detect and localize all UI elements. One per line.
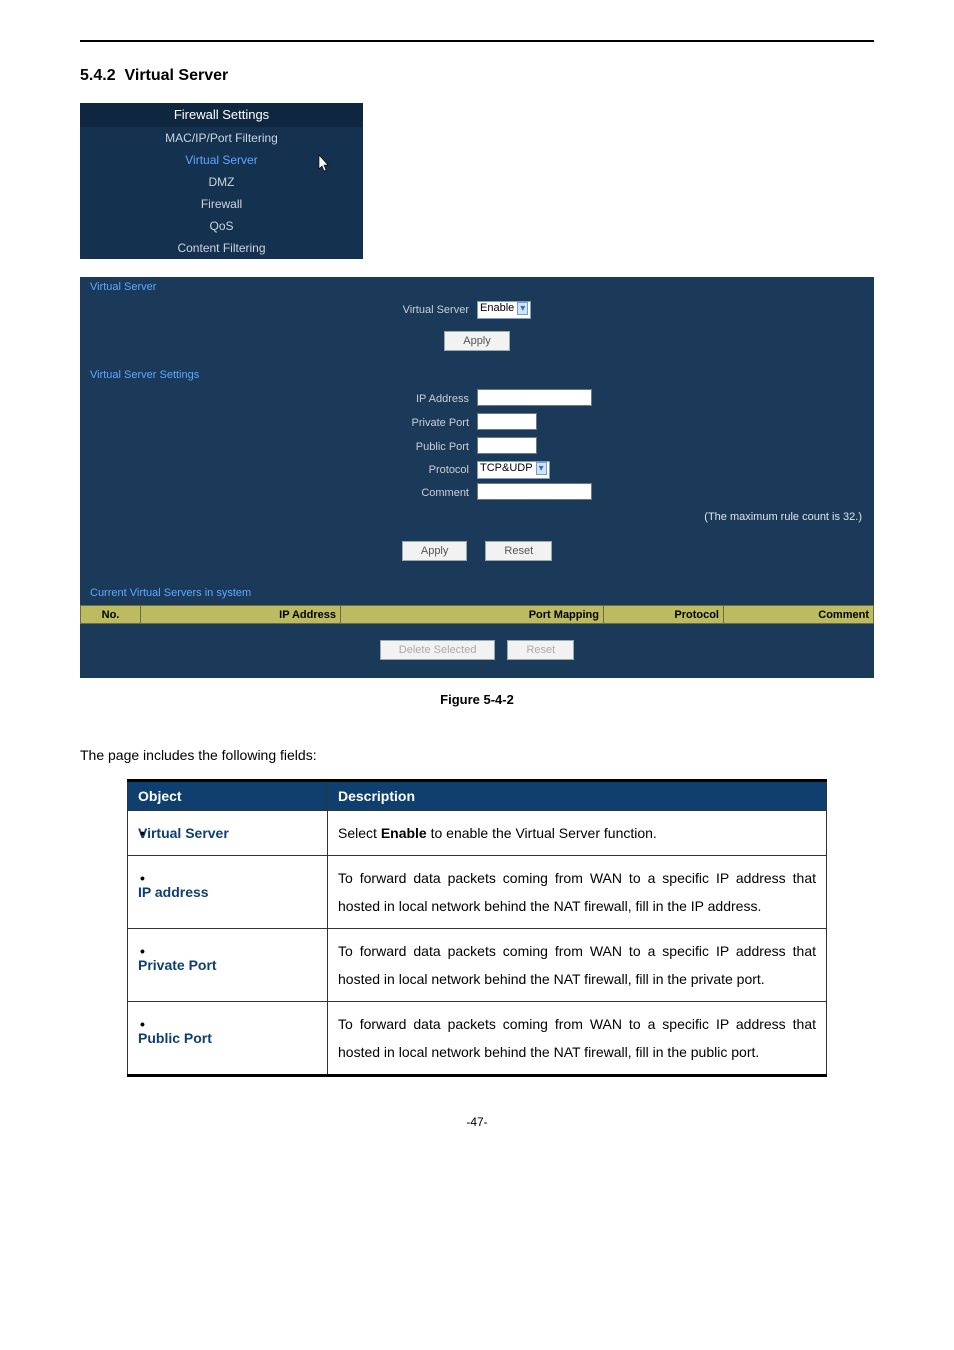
vs-pub-label: Public Port <box>97 441 477 453</box>
vs-enable-value: Enable <box>480 302 514 314</box>
vs-pub-input[interactable] <box>477 437 537 454</box>
figure-caption: Figure 5-4-2 <box>80 692 874 707</box>
desc-header-description: Description <box>328 781 827 811</box>
firewall-nav-panel: Firewall Settings MAC/IP/Port FilteringV… <box>80 103 363 259</box>
description-table: Object Description Virtual ServerSelect … <box>127 779 827 1077</box>
section-number: 5.4.2 <box>80 67 116 84</box>
desc-object: Public Port <box>128 1002 328 1076</box>
desc-object: Private Port <box>128 929 328 1002</box>
vs-ip-input[interactable] <box>477 389 592 406</box>
th-proto: Protocol <box>604 606 724 624</box>
cursor-icon <box>315 153 333 176</box>
desc-text: To forward data packets coming from WAN … <box>328 929 827 1002</box>
nav-item-firewall[interactable]: Firewall <box>80 193 363 215</box>
desc-text: Select Enable to enable the Virtual Serv… <box>328 811 827 856</box>
nav-item-qos[interactable]: QoS <box>80 215 363 237</box>
vs-priv-label: Private Port <box>97 417 477 429</box>
virtual-server-panel: Virtual Server Virtual Server Enable▾ Ap… <box>80 277 874 678</box>
desc-text: To forward data packets coming from WAN … <box>328 856 827 929</box>
section-heading: 5.4.2 Virtual Server <box>80 67 874 85</box>
nav-header: Firewall Settings <box>80 103 363 127</box>
chevron-down-icon: ▾ <box>536 462 547 475</box>
chevron-down-icon: ▾ <box>517 302 528 315</box>
vs-priv-input[interactable] <box>477 413 537 430</box>
vs-proto-value: TCP&UDP <box>480 462 533 474</box>
vs-settings-apply-button[interactable]: Apply <box>402 541 468 561</box>
vs-current-reset-button[interactable]: Reset <box>507 640 574 660</box>
th-ip: IP Address <box>141 606 341 624</box>
th-comment: Comment <box>724 606 874 624</box>
vs-max-note: (The maximum rule count is 32.) <box>80 505 874 533</box>
intro-paragraph: The page includes the following fields: <box>80 747 874 763</box>
vs-proto-select[interactable]: TCP&UDP▾ <box>477 461 550 479</box>
page-top-divider <box>80 40 874 42</box>
vs-apply-button[interactable]: Apply <box>444 331 510 351</box>
vs-settings-reset-button[interactable]: Reset <box>485 541 552 561</box>
page-number: -47- <box>80 1115 874 1129</box>
nav-item-mac-ip-port-filtering[interactable]: MAC/IP/Port Filtering <box>80 127 363 149</box>
vs-comment-label: Comment <box>97 487 477 499</box>
vs-current-table: No. IP Address Port Mapping Protocol Com… <box>80 605 874 624</box>
vs-ip-label: IP Address <box>97 393 477 405</box>
th-port: Port Mapping <box>341 606 604 624</box>
desc-header-object: Object <box>128 781 328 811</box>
desc-object: Virtual Server <box>128 811 328 856</box>
vs-title-main: Virtual Server <box>80 277 874 299</box>
desc-object: IP address <box>128 856 328 929</box>
vs-proto-label: Protocol <box>97 464 477 476</box>
desc-text: To forward data packets coming from WAN … <box>328 1002 827 1076</box>
vs-enable-label: Virtual Server <box>97 304 477 316</box>
vs-enable-select[interactable]: Enable▾ <box>477 301 531 319</box>
section-title-text: Virtual Server <box>124 67 228 84</box>
vs-comment-input[interactable] <box>477 483 592 500</box>
nav-item-content-filtering[interactable]: Content Filtering <box>80 237 363 259</box>
vs-title-settings: Virtual Server Settings <box>80 365 874 387</box>
vs-delete-selected-button[interactable]: Delete Selected <box>380 640 496 660</box>
vs-title-current: Current Virtual Servers in system <box>80 583 874 605</box>
th-no: No. <box>81 606 141 624</box>
